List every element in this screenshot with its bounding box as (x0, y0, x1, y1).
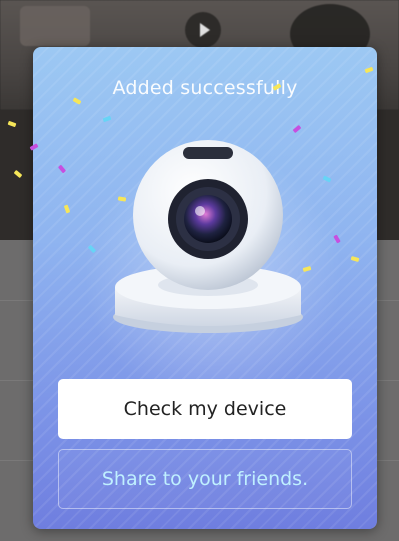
dialog-title: Added successfully (112, 77, 298, 99)
camera-icon (113, 140, 303, 333)
share-to-friends-button[interactable]: Share to your friends. (58, 449, 352, 509)
success-dialog: Added successfully Check my device Share… (33, 47, 377, 529)
play-icon (185, 12, 221, 48)
check-my-device-button[interactable]: Check my device (58, 379, 352, 439)
